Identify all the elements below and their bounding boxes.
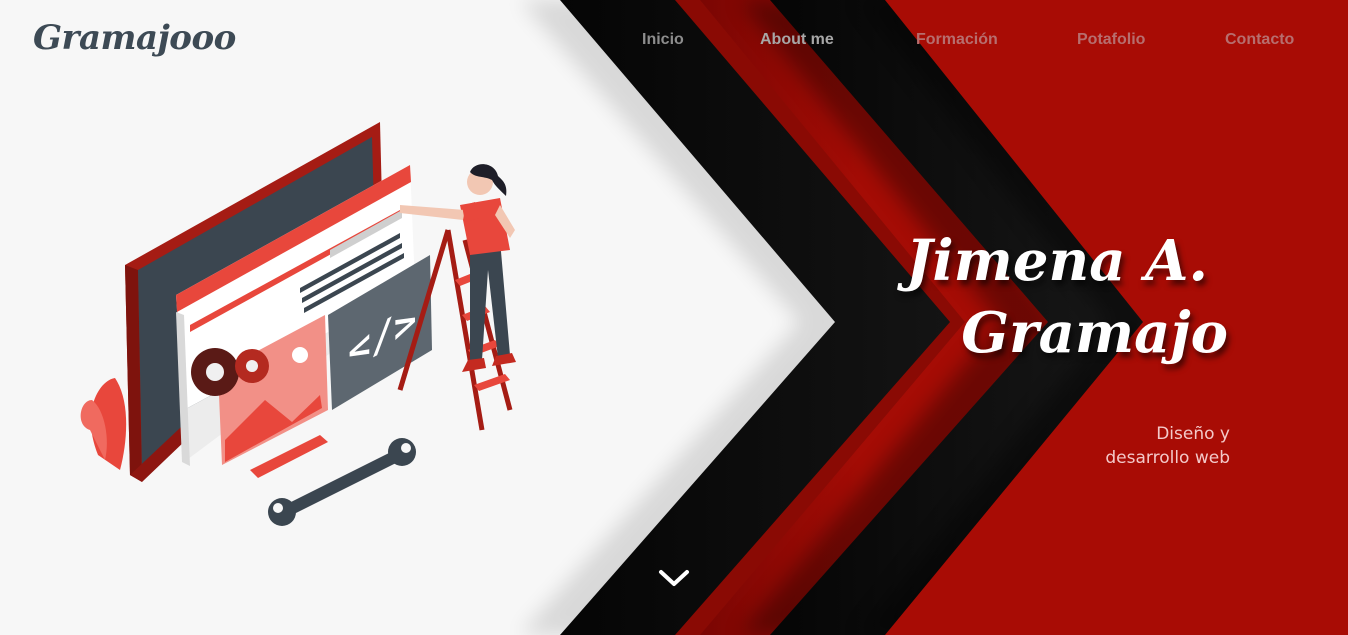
nav-item-portafolio[interactable]: Potafolio — [1077, 31, 1145, 49]
web-developer-illustration: </> — [80, 122, 516, 526]
chevron-down-icon — [659, 570, 689, 586]
hero-section: </> Gramajooo Inicio About me Formación … — [0, 0, 1348, 635]
hero-title: Jimena A. Gramajo — [906, 225, 1228, 369]
nav-item-contacto[interactable]: Contacto — [1225, 31, 1294, 49]
nav-item-formacion[interactable]: Formación — [916, 31, 998, 49]
nav-item-about-me[interactable]: About me — [760, 31, 834, 49]
hero-subtitle-line2: desarrollo web — [1105, 448, 1230, 468]
scroll-down-button[interactable] — [656, 564, 692, 592]
hero-title-line1: Jimena A. — [905, 228, 1208, 294]
hero-title-line2: Gramajo — [961, 300, 1228, 366]
main-nav: Inicio About me Formación Potafolio Cont… — [0, 31, 1348, 51]
nav-item-inicio[interactable]: Inicio — [642, 31, 684, 49]
leaf-icon — [80, 378, 127, 470]
hero-subtitle: Diseño y desarrollo web — [990, 422, 1230, 470]
hero-subtitle-line1: Diseño y — [1156, 424, 1230, 444]
